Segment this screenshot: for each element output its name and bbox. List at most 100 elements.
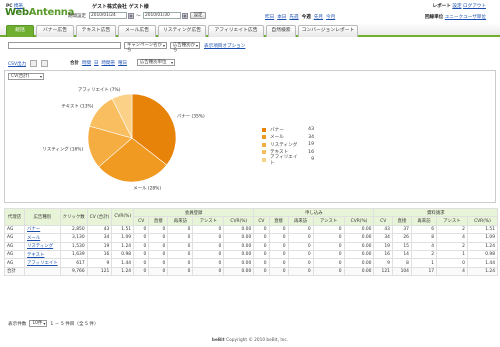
sub-header-cell[interactable]: 直接 bbox=[391, 216, 412, 226]
ad-type-link[interactable]: アフィリエイト bbox=[24, 258, 61, 268]
table-cell: 8 bbox=[391, 258, 412, 268]
total-cell: 0 bbox=[133, 266, 150, 277]
table-cell: 0 bbox=[253, 249, 270, 260]
chart-legend: バナー 43 メール 34 リスティング 19 テキスト 16 アフィリエイト 9 bbox=[262, 126, 314, 166]
legend-swatch bbox=[262, 135, 266, 140]
table-cell: 8 bbox=[410, 233, 438, 243]
table-cell: 0 bbox=[268, 233, 289, 243]
table-cell: 4 bbox=[410, 241, 438, 251]
per-page-select[interactable]: 10件 ▾ bbox=[29, 320, 48, 327]
table-cell: 0 bbox=[268, 258, 289, 268]
table-cell: 1.51 bbox=[466, 224, 499, 235]
ad-type-link[interactable]: テキスト bbox=[24, 249, 61, 260]
ad-type-link[interactable]: リスティング bbox=[24, 241, 61, 251]
table-cell: 0.00 bbox=[223, 249, 255, 260]
sub-header-cell[interactable]: アシスト bbox=[192, 216, 225, 226]
table-cell: AG bbox=[4, 224, 25, 235]
table-cell: 0 bbox=[287, 224, 314, 235]
table-cell: 43 bbox=[86, 224, 113, 235]
table-cell: 0 bbox=[133, 233, 150, 243]
sub-header-cell[interactable]: CVR(%) bbox=[223, 216, 255, 226]
table-cell: 37 bbox=[391, 224, 412, 235]
pie-slice-label: テキスト (13%) bbox=[61, 104, 93, 110]
table-cell: 19 bbox=[86, 241, 113, 251]
table-cell: 0.00 bbox=[343, 233, 375, 243]
table-cell: 0 bbox=[287, 233, 314, 243]
table-cell: 0 bbox=[268, 241, 289, 251]
total-cell: 17 bbox=[410, 266, 438, 277]
table-cell: 0 bbox=[253, 258, 270, 268]
col-cvr[interactable]: CVR(%) bbox=[111, 208, 135, 226]
col-cv-total[interactable]: CV (合計) bbox=[86, 208, 113, 226]
table-cell: 14 bbox=[391, 249, 412, 260]
legend-item: メール 34 bbox=[262, 134, 314, 142]
table-cell: 0 bbox=[287, 241, 314, 251]
footer-logo: beBit bbox=[211, 338, 225, 343]
table-cell: 43 bbox=[373, 224, 393, 235]
sub-header-cell[interactable]: 直接 bbox=[148, 216, 169, 226]
total-cell: 合計 bbox=[4, 266, 25, 277]
table-cell: 0 bbox=[148, 258, 169, 268]
table-cell: 0 bbox=[268, 224, 289, 235]
table-cell: 1.24 bbox=[466, 241, 499, 251]
pagination: 表示件数 10件 ▾ 1 － 5 件目（全 5 件） bbox=[8, 320, 99, 327]
sub-header-cell[interactable]: CVR(%) bbox=[466, 216, 499, 226]
sub-header-cell[interactable]: 直接 bbox=[268, 216, 289, 226]
col-clicks[interactable]: クリック数 bbox=[59, 208, 88, 226]
table-cell: 0.00 bbox=[223, 241, 255, 251]
sub-header-cell[interactable]: アシスト bbox=[436, 216, 468, 226]
table-cell: 1,639 bbox=[59, 249, 88, 260]
col-agency[interactable]: 代理店 bbox=[4, 208, 25, 226]
sub-header-cell[interactable]: アシスト bbox=[312, 216, 345, 226]
table-cell: 0 bbox=[133, 249, 150, 260]
sub-header-cell[interactable]: CV bbox=[373, 216, 393, 226]
total-cell: 0 bbox=[148, 266, 169, 277]
table-cell: 0.00 bbox=[343, 258, 375, 268]
total-cell: 104 bbox=[391, 266, 412, 277]
table-cell: 0 bbox=[312, 241, 345, 251]
page-summary: 1 － 5 件目（全 5 件） bbox=[50, 321, 99, 327]
table-cell: 0 bbox=[167, 258, 194, 268]
total-cell: 0 bbox=[287, 266, 314, 277]
sub-header-cell[interactable]: 再来訪 bbox=[410, 216, 438, 226]
pie-chart: バナー (35%) メール (28%) リスティング (16%) テキスト (13%)… bbox=[43, 87, 205, 192]
col-ad-type[interactable]: 広告種別 bbox=[24, 208, 61, 226]
sub-header-cell[interactable]: 再来訪 bbox=[167, 216, 194, 226]
table-cell: 0 bbox=[312, 258, 345, 268]
sub-header-cell[interactable]: 再来訪 bbox=[287, 216, 314, 226]
table-cell: 0 bbox=[148, 233, 169, 243]
total-cell: 0 bbox=[253, 266, 270, 277]
table-cell: 2 bbox=[410, 249, 438, 260]
legend-swatch bbox=[262, 142, 266, 147]
table-cell: 15 bbox=[391, 241, 412, 251]
table-cell: 1.44 bbox=[466, 258, 499, 268]
per-page-label: 表示件数 bbox=[8, 321, 27, 327]
sub-header-cell[interactable]: CV bbox=[253, 216, 270, 226]
sub-header-cell[interactable]: CV bbox=[133, 216, 150, 226]
table-cell: 0 bbox=[192, 249, 225, 260]
pie-slice-label: バナー (35%) bbox=[177, 114, 205, 120]
table-cell: 3,130 bbox=[59, 233, 88, 243]
sub-header-cell[interactable]: CVR(%) bbox=[343, 216, 375, 226]
table-row: AG バナー 2,850 43 1.51 0 0 0 0 0.00 0 0 0 0 0.00 43 37 6 2 1.… bbox=[4, 224, 499, 235]
total-cell: 0 bbox=[312, 266, 345, 277]
ad-type-link[interactable]: メール bbox=[24, 233, 61, 243]
table-cell: 1 bbox=[436, 249, 468, 260]
table-row: AG アフィリエイト 617 9 1.44 0 0 0 0 0.00 0 0 0 0 0.00 9 8 1 0 1.4… bbox=[4, 258, 499, 268]
table-cell: 1.24 bbox=[111, 241, 135, 251]
table-cell: 2,850 bbox=[59, 224, 88, 235]
table-cell: 0.00 bbox=[343, 249, 375, 260]
table-row: AG テキスト 1,639 16 0.98 0 0 0 0 0.00 0 0 0 0 0.00 16 14 2 1 0… bbox=[4, 249, 499, 260]
pie-slice-label: メール (28%) bbox=[133, 185, 161, 191]
ad-type-link[interactable]: バナー bbox=[24, 224, 61, 235]
table-cell: 0.98 bbox=[111, 249, 135, 260]
table-cell: 0 bbox=[167, 249, 194, 260]
table-cell: 0 bbox=[192, 241, 225, 251]
table-cell: 0 bbox=[133, 241, 150, 251]
pie-slice-label: アフィリエイト (7%) bbox=[78, 87, 121, 93]
legend-swatch bbox=[262, 150, 266, 155]
table-cell: 617 bbox=[59, 258, 88, 268]
table-cell: 0 bbox=[253, 233, 270, 243]
total-cell: 4 bbox=[436, 266, 468, 277]
total-cell: 1.24 bbox=[466, 266, 499, 277]
